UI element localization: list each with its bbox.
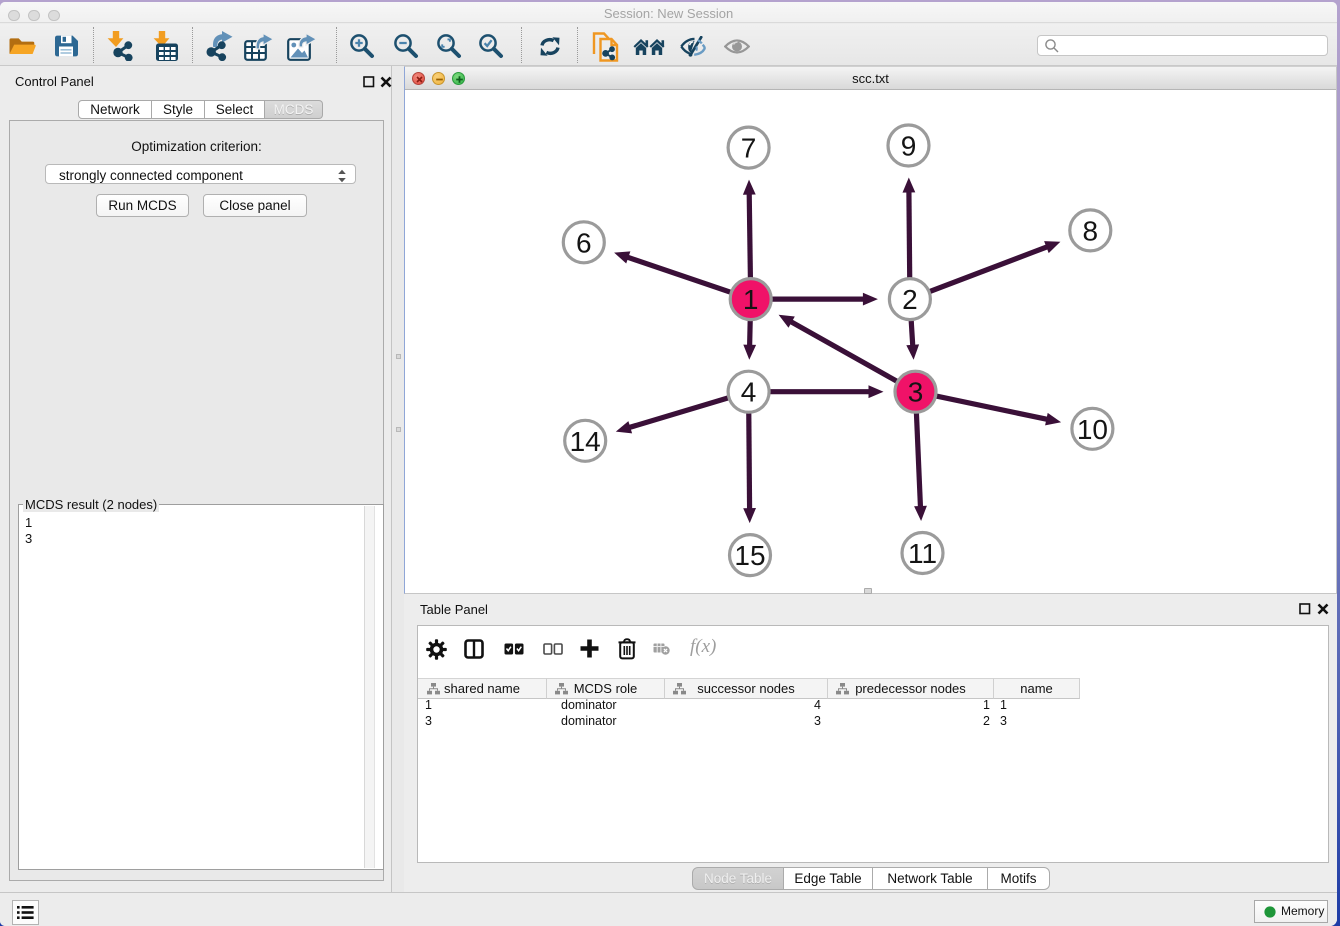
- svg-text:9: 9: [901, 131, 917, 162]
- svg-text:10: 10: [1077, 414, 1108, 445]
- svg-text:3: 3: [908, 377, 924, 408]
- svg-text:6: 6: [576, 227, 592, 258]
- svg-text:15: 15: [734, 540, 765, 571]
- svg-text:2: 2: [902, 284, 918, 315]
- svg-text:14: 14: [570, 426, 601, 457]
- svg-text:8: 8: [1083, 215, 1099, 246]
- svg-text:4: 4: [741, 377, 757, 408]
- svg-text:1: 1: [743, 284, 759, 315]
- svg-text:7: 7: [741, 133, 757, 164]
- svg-text:11: 11: [908, 538, 937, 569]
